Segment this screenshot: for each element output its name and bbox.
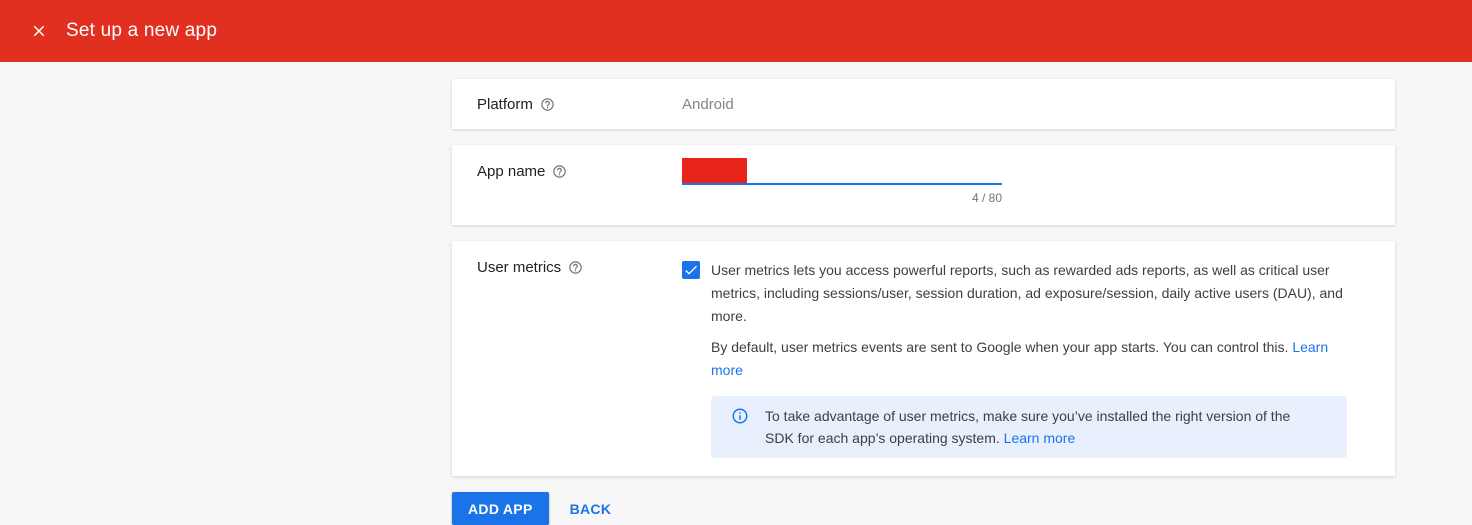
user-metrics-checkbox[interactable]	[682, 261, 700, 279]
info-icon	[731, 407, 749, 449]
platform-card: Platform Android	[452, 79, 1395, 129]
sdk-info-learn-more-link[interactable]: Learn more	[1004, 430, 1076, 446]
app-name-card: App name 4 / 80	[452, 145, 1395, 225]
user-metrics-help-icon[interactable]	[568, 260, 583, 275]
app-name-help-icon[interactable]	[552, 164, 567, 179]
platform-label: Platform	[477, 95, 533, 115]
page-title: Set up a new app	[66, 20, 217, 42]
user-metrics-default-note: By default, user metrics events are sent…	[711, 336, 1347, 382]
checkmark-icon	[683, 262, 699, 278]
user-metrics-description: User metrics lets you access powerful re…	[711, 259, 1347, 328]
setup-new-app-form: Platform Android App name 4 / 80	[0, 62, 1472, 525]
close-icon	[30, 22, 48, 40]
app-name-char-counter: 4 / 80	[682, 191, 1002, 205]
app-name-redacted-value	[682, 158, 747, 183]
back-button[interactable]: BACK	[562, 493, 620, 525]
platform-label-group: Platform	[452, 79, 682, 129]
platform-value-col: Android	[682, 79, 1395, 129]
user-metrics-value-col: User metrics lets you access powerful re…	[682, 241, 1395, 476]
user-metrics-text-block: User metrics lets you access powerful re…	[711, 259, 1347, 458]
app-name-input[interactable]	[682, 158, 1002, 185]
app-header: Set up a new app	[0, 0, 1472, 62]
app-name-label-group: App name	[452, 145, 682, 225]
user-metrics-label: User metrics	[477, 258, 561, 278]
user-metrics-default-note-text: By default, user metrics events are sent…	[711, 339, 1288, 355]
form-actions: ADD APP BACK	[452, 492, 1472, 525]
add-app-button[interactable]: ADD APP	[452, 492, 549, 525]
sdk-info-banner: To take advantage of user metrics, make …	[711, 396, 1347, 458]
app-name-label: App name	[477, 162, 545, 182]
platform-value: Android	[682, 96, 734, 113]
app-name-value-col: 4 / 80	[682, 145, 1395, 225]
user-metrics-card: User metrics User metrics lets you acces…	[452, 241, 1395, 476]
platform-help-icon[interactable]	[540, 97, 555, 112]
user-metrics-label-group: User metrics	[452, 241, 682, 476]
close-button[interactable]	[28, 20, 50, 42]
sdk-info-banner-text: To take advantage of user metrics, make …	[765, 405, 1317, 449]
